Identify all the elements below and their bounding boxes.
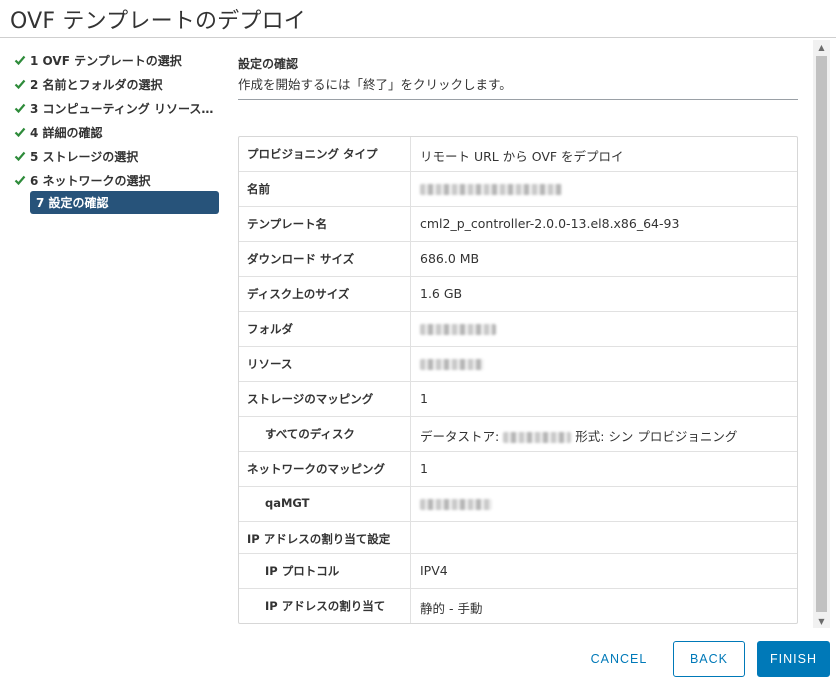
table-row: 名前 bbox=[239, 172, 797, 207]
row-value-redacted bbox=[411, 172, 797, 206]
checkmark-icon bbox=[10, 54, 30, 66]
table-row: テンプレート名 cml2_p_controller-2.0.0-13.el8.x… bbox=[239, 207, 797, 242]
wizard-steps: 1 OVF テンプレートの選択 2 名前とフォルダの選択 3 コンピューティング… bbox=[10, 48, 222, 214]
disk-format: 形式: シン プロビジョニング bbox=[575, 429, 738, 444]
row-label: IP プロトコル bbox=[239, 554, 411, 588]
redacted-value bbox=[420, 184, 562, 195]
step-select-name-folder[interactable]: 2 名前とフォルダの選択 bbox=[10, 72, 222, 96]
row-value-redacted bbox=[411, 312, 797, 346]
step-label: 6 ネットワークの選択 bbox=[30, 173, 151, 188]
row-value bbox=[411, 522, 797, 553]
step-label: 1 OVF テンプレートの選択 bbox=[30, 53, 182, 68]
section-divider bbox=[238, 99, 798, 100]
wizard-title-bar: OVF テンプレートのデプロイ bbox=[0, 0, 836, 38]
step-select-storage[interactable]: 5 ストレージの選択 bbox=[10, 144, 222, 168]
summary-table: プロビジョニング タイプ リモート URL から OVF をデプロイ 名前 テン… bbox=[238, 136, 798, 624]
row-value: 1 bbox=[420, 391, 428, 406]
table-row: フォルダ bbox=[239, 312, 797, 347]
table-row: リソース bbox=[239, 347, 797, 382]
finish-button[interactable]: FINISH bbox=[757, 641, 830, 677]
step-label: 4 詳細の確認 bbox=[30, 125, 103, 140]
redacted-value bbox=[503, 432, 572, 443]
table-row: ストレージのマッピング 1 bbox=[239, 382, 797, 417]
section-title: 設定の確認 bbox=[238, 57, 299, 71]
step-select-compute-resource[interactable]: 3 コンピューティング リソースの選択 bbox=[10, 96, 222, 120]
row-label: IP アドレスの割り当て bbox=[239, 589, 411, 623]
checkmark-icon bbox=[10, 78, 30, 90]
row-label: qaMGT bbox=[239, 487, 411, 521]
row-value-redacted bbox=[411, 487, 797, 521]
checkmark-icon bbox=[10, 174, 30, 186]
step-label: 7 設定の確認 bbox=[36, 196, 109, 210]
row-label: 名前 bbox=[239, 172, 411, 206]
back-button[interactable]: BACK bbox=[673, 641, 745, 677]
row-label: ディスク上のサイズ bbox=[239, 277, 411, 311]
table-row: IP アドレスの割り当て設定 bbox=[239, 522, 797, 554]
row-value: 静的 - 手動 bbox=[420, 601, 483, 616]
vertical-scrollbar[interactable]: ▲ ▼ bbox=[813, 40, 830, 628]
row-label: ダウンロード サイズ bbox=[239, 242, 411, 276]
step-label: 3 コンピューティング リソースの選択 bbox=[30, 101, 222, 116]
step-select-ovf-template[interactable]: 1 OVF テンプレートの選択 bbox=[10, 48, 222, 72]
redacted-value bbox=[420, 324, 496, 335]
row-value: 1 bbox=[420, 461, 428, 476]
row-value: 1.6 GB bbox=[420, 286, 463, 301]
table-row: IP プロトコル IPV4 bbox=[239, 554, 797, 589]
row-label: プロビジョニング タイプ bbox=[239, 137, 411, 171]
row-value: 686.0 MB bbox=[420, 251, 480, 266]
row-label: IP アドレスの割り当て設定 bbox=[239, 522, 411, 553]
step-ready-to-complete[interactable]: 7 設定の確認 bbox=[30, 191, 219, 214]
row-label: テンプレート名 bbox=[239, 207, 411, 241]
checkmark-icon bbox=[10, 102, 30, 114]
table-row: ダウンロード サイズ 686.0 MB bbox=[239, 242, 797, 277]
checkmark-icon bbox=[10, 150, 30, 162]
wizard-title: OVF テンプレートのデプロイ bbox=[10, 9, 306, 34]
row-value: IPV4 bbox=[420, 563, 448, 578]
section-header: 設定の確認 作成を開始するには「終了」をクリックします。 bbox=[238, 52, 798, 100]
arrow-down-icon[interactable]: ▼ bbox=[813, 614, 830, 628]
row-label: リソース bbox=[239, 347, 411, 381]
table-row: ディスク上のサイズ 1.6 GB bbox=[239, 277, 797, 312]
arrow-up-icon[interactable]: ▲ bbox=[813, 40, 830, 54]
step-review-details[interactable]: 4 詳細の確認 bbox=[10, 120, 222, 144]
step-select-network[interactable]: 6 ネットワークの選択 bbox=[10, 168, 222, 192]
row-label: すべてのディスク bbox=[239, 417, 411, 451]
row-value-redacted bbox=[411, 347, 797, 381]
checkmark-icon bbox=[10, 126, 30, 138]
section-description: 作成を開始するには「終了」をクリックします。 bbox=[238, 77, 512, 92]
row-label: フォルダ bbox=[239, 312, 411, 346]
cancel-button[interactable]: CANCEL bbox=[575, 641, 663, 677]
row-label: ストレージのマッピング bbox=[239, 382, 411, 416]
table-row: すべてのディスク データストア: 形式: シン プロビジョニング bbox=[239, 417, 797, 452]
row-value: データストア: 形式: シン プロビジョニング bbox=[411, 417, 797, 451]
table-row: IP アドレスの割り当て 静的 - 手動 bbox=[239, 589, 797, 623]
redacted-value bbox=[420, 359, 484, 370]
step-label: 2 名前とフォルダの選択 bbox=[30, 77, 163, 92]
row-label: ネットワークのマッピング bbox=[239, 452, 411, 486]
row-value: cml2_p_controller-2.0.0-13.el8.x86_64-93 bbox=[420, 216, 680, 231]
step-label: 5 ストレージの選択 bbox=[30, 149, 139, 164]
table-row: プロビジョニング タイプ リモート URL から OVF をデプロイ bbox=[239, 137, 797, 172]
datastore-label: データストア: bbox=[420, 429, 500, 444]
scrollbar-thumb[interactable] bbox=[816, 56, 827, 612]
redacted-value bbox=[420, 499, 492, 510]
row-value: リモート URL から OVF をデプロイ bbox=[420, 149, 624, 164]
table-row: qaMGT bbox=[239, 487, 797, 522]
table-row: ネットワークのマッピング 1 bbox=[239, 452, 797, 487]
